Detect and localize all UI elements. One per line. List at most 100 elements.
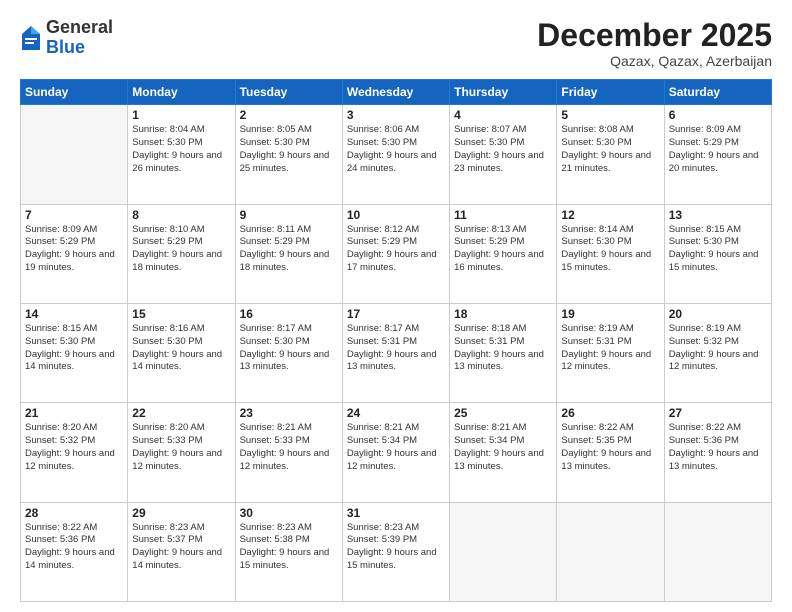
sunset-text: Sunset: 5:33 PM	[132, 435, 230, 448]
sunrise-text: Sunrise: 8:15 AM	[25, 323, 123, 336]
sunset-text: Sunset: 5:29 PM	[454, 236, 552, 249]
sunrise-text: Sunrise: 8:21 AM	[347, 422, 445, 435]
sunrise-text: Sunrise: 8:05 AM	[240, 124, 338, 137]
sunset-text: Sunset: 5:31 PM	[454, 336, 552, 349]
daylight-text: Daylight: 9 hours and 26 minutes.	[132, 150, 230, 176]
day-number: 31	[347, 506, 445, 520]
day-number: 28	[25, 506, 123, 520]
day-number: 16	[240, 307, 338, 321]
calendar-cell: 19Sunrise: 8:19 AMSunset: 5:31 PMDayligh…	[557, 303, 664, 402]
daylight-text: Daylight: 9 hours and 20 minutes.	[669, 150, 767, 176]
day-number: 1	[132, 108, 230, 122]
day-number: 11	[454, 208, 552, 222]
daylight-text: Daylight: 9 hours and 19 minutes.	[25, 249, 123, 275]
day-number: 15	[132, 307, 230, 321]
sunrise-text: Sunrise: 8:09 AM	[669, 124, 767, 137]
logo-general-text: General	[46, 18, 113, 38]
calendar-cell: 25Sunrise: 8:21 AMSunset: 5:34 PMDayligh…	[450, 403, 557, 502]
sunrise-text: Sunrise: 8:20 AM	[132, 422, 230, 435]
calendar-week-3: 14 Sunrise: 8:15 AM Sunset: 5:30 PM Dayligh…	[21, 303, 772, 402]
title-block: December 2025 Qazax, Qazax, Azerbaijan	[537, 18, 772, 69]
sunrise-text: Sunrise: 8:17 AM	[240, 323, 338, 336]
sunrise-text: Sunrise: 8:22 AM	[669, 422, 767, 435]
calendar-cell: 11Sunrise: 8:13 AMSunset: 5:29 PMDayligh…	[450, 204, 557, 303]
calendar-cell: 31Sunrise: 8:23 AMSunset: 5:39 PMDayligh…	[342, 502, 449, 601]
sunset-text: Sunset: 5:32 PM	[25, 435, 123, 448]
day-number: 10	[347, 208, 445, 222]
sunrise-text: Sunrise: 8:22 AM	[561, 422, 659, 435]
daylight-text: Daylight: 9 hours and 21 minutes.	[561, 150, 659, 176]
calendar-cell: 23Sunrise: 8:21 AMSunset: 5:33 PMDayligh…	[235, 403, 342, 502]
sunrise-text: Sunrise: 8:12 AM	[347, 224, 445, 237]
day-number: 30	[240, 506, 338, 520]
day-number: 2	[240, 108, 338, 122]
day-number: 17	[347, 307, 445, 321]
daylight-text: Daylight: 9 hours and 14 minutes.	[132, 547, 230, 573]
calendar-cell	[450, 502, 557, 601]
column-header-monday: Monday	[128, 80, 235, 105]
calendar-cell	[664, 502, 771, 601]
daylight-text: Daylight: 9 hours and 17 minutes.	[347, 249, 445, 275]
month-title: December 2025	[537, 18, 772, 53]
calendar-cell: 17Sunrise: 8:17 AMSunset: 5:31 PMDayligh…	[342, 303, 449, 402]
calendar-cell: 6Sunrise: 8:09 AMSunset: 5:29 PMDaylight…	[664, 105, 771, 204]
sunset-text: Sunset: 5:36 PM	[25, 534, 123, 547]
sunset-text: Sunset: 5:33 PM	[240, 435, 338, 448]
day-number: 19	[561, 307, 659, 321]
sunset-text: Sunset: 5:31 PM	[561, 336, 659, 349]
sunset-text: Sunset: 5:30 PM	[561, 137, 659, 150]
calendar-cell: 12Sunrise: 8:14 AMSunset: 5:30 PMDayligh…	[557, 204, 664, 303]
day-number: 13	[669, 208, 767, 222]
sunset-text: Sunset: 5:39 PM	[347, 534, 445, 547]
daylight-text: Daylight: 9 hours and 24 minutes.	[347, 150, 445, 176]
sunrise-text: Sunrise: 8:21 AM	[454, 422, 552, 435]
day-number: 12	[561, 208, 659, 222]
day-number: 25	[454, 406, 552, 420]
calendar-week-1: 1Sunrise: 8:04 AMSunset: 5:30 PMDaylight…	[21, 105, 772, 204]
sunrise-text: Sunrise: 8:13 AM	[454, 224, 552, 237]
sunrise-text: Sunrise: 8:21 AM	[240, 422, 338, 435]
daylight-text: Daylight: 9 hours and 15 minutes.	[240, 547, 338, 573]
daylight-text: Daylight: 9 hours and 15 minutes.	[669, 249, 767, 275]
calendar-cell: 16Sunrise: 8:17 AMSunset: 5:30 PMDayligh…	[235, 303, 342, 402]
day-number: 5	[561, 108, 659, 122]
calendar-cell: 27Sunrise: 8:22 AMSunset: 5:36 PMDayligh…	[664, 403, 771, 502]
day-number: 20	[669, 307, 767, 321]
calendar-cell: 2Sunrise: 8:05 AMSunset: 5:30 PMDaylight…	[235, 105, 342, 204]
daylight-text: Daylight: 9 hours and 13 minutes.	[347, 349, 445, 375]
sunset-text: Sunset: 5:34 PM	[347, 435, 445, 448]
calendar-cell: 24Sunrise: 8:21 AMSunset: 5:34 PMDayligh…	[342, 403, 449, 502]
calendar-cell	[557, 502, 664, 601]
header: General Blue December 2025 Qazax, Qazax,…	[20, 18, 772, 69]
daylight-text: Daylight: 9 hours and 12 minutes.	[240, 448, 338, 474]
day-number: 8	[132, 208, 230, 222]
calendar-cell: 7Sunrise: 8:09 AMSunset: 5:29 PMDaylight…	[21, 204, 128, 303]
sunrise-text: Sunrise: 8:23 AM	[347, 522, 445, 535]
sunrise-text: Sunrise: 8:20 AM	[25, 422, 123, 435]
sunrise-text: Sunrise: 8:06 AM	[347, 124, 445, 137]
calendar-cell: 26Sunrise: 8:22 AMSunset: 5:35 PMDayligh…	[557, 403, 664, 502]
calendar-week-5: 28 Sunrise: 8:22 AMSunset: 5:36 PM Dayligh…	[21, 502, 772, 601]
sunset-text: Sunset: 5:37 PM	[132, 534, 230, 547]
column-header-tuesday: Tuesday	[235, 80, 342, 105]
day-number: 27	[669, 406, 767, 420]
calendar-table: SundayMondayTuesdayWednesdayThursdayFrid…	[20, 79, 772, 602]
sunrise-text: Sunrise: 8:22 AM	[25, 522, 123, 535]
calendar-cell: 13Sunrise: 8:15 AMSunset: 5:30 PMDayligh…	[664, 204, 771, 303]
day-number: 24	[347, 406, 445, 420]
sunset-text: Sunset: 5:30 PM	[132, 336, 230, 349]
sunset-text: Sunset: 5:30 PM	[454, 137, 552, 150]
sunrise-text: Sunrise: 8:07 AM	[454, 124, 552, 137]
sunset-text: Sunset: 5:29 PM	[347, 236, 445, 249]
day-number: 6	[669, 108, 767, 122]
sunrise-text: Sunrise: 8:09 AM	[25, 224, 123, 237]
day-number: 14	[25, 307, 123, 321]
column-header-sunday: Sunday	[21, 80, 128, 105]
calendar-cell: 1Sunrise: 8:04 AMSunset: 5:30 PMDaylight…	[128, 105, 235, 204]
calendar-cell: 14Sunrise: 8:15 AMSunset: 5:30 PMDayligh…	[21, 303, 128, 402]
calendar-cell: 21Sunrise: 8:20 AMSunset: 5:32 PMDayligh…	[21, 403, 128, 502]
daylight-text: Daylight: 9 hours and 18 minutes.	[240, 249, 338, 275]
daylight-text: Daylight: 9 hours and 23 minutes.	[454, 150, 552, 176]
calendar-cell: 8Sunrise: 8:10 AMSunset: 5:29 PMDaylight…	[128, 204, 235, 303]
daylight-text: Daylight: 9 hours and 12 minutes.	[561, 349, 659, 375]
